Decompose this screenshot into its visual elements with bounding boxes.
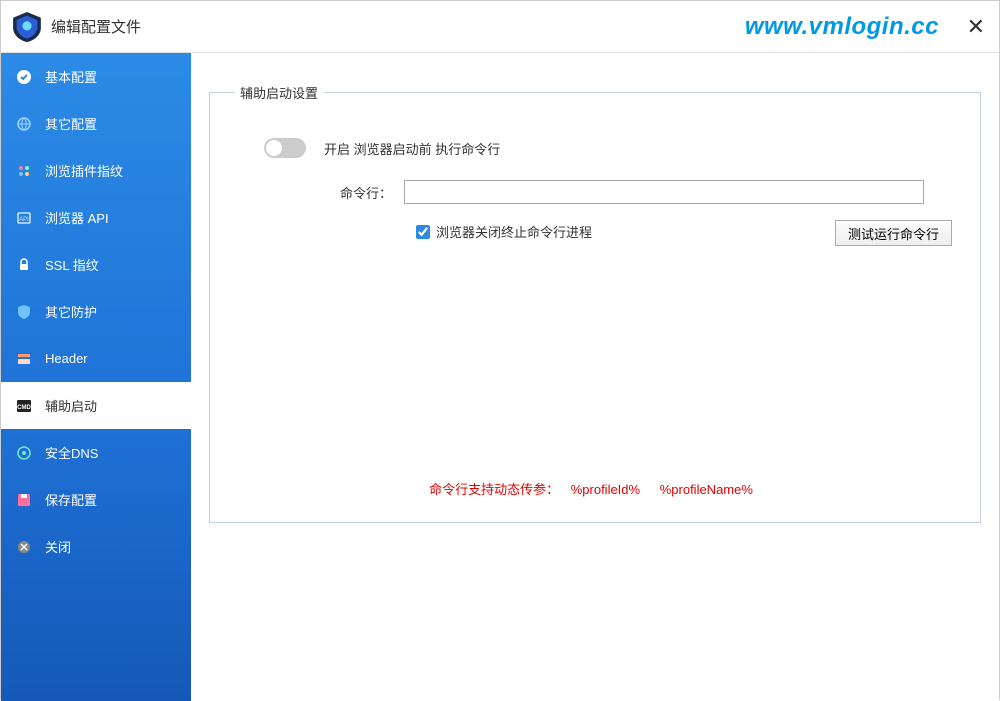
sidebar-item-assist-launch[interactable]: CMD 辅助启动	[1, 382, 191, 429]
sidebar-item-browser-api[interactable]: API 浏览器 API	[1, 194, 191, 241]
sidebar-item-label: 安全DNS	[45, 443, 98, 462]
sidebar-item-label: 浏览器 API	[45, 208, 109, 227]
globe-icon	[15, 115, 33, 133]
sidebar-item-label: 其它防护	[45, 302, 97, 321]
sidebar-item-header[interactable]: Header	[1, 335, 191, 382]
lock-icon	[15, 256, 33, 274]
sidebar-item-plugin-fingerprint[interactable]: 浏览插件指纹	[1, 147, 191, 194]
sidebar-item-label: 基本配置	[45, 67, 97, 86]
sidebar: 基本配置 其它配置 浏览插件指纹 API 浏览器 API SSL 指纹 其它防护…	[1, 53, 191, 701]
sidebar-item-label: SSL 指纹	[45, 255, 99, 274]
cmd-input[interactable]	[404, 180, 924, 204]
close-icon[interactable]: ✕	[967, 14, 985, 40]
sidebar-item-ssl[interactable]: SSL 指纹	[1, 241, 191, 288]
terminate-checkbox[interactable]	[416, 225, 430, 239]
sidebar-item-other-protect[interactable]: 其它防护	[1, 288, 191, 335]
sidebar-item-label: 关闭	[45, 537, 71, 556]
sidebar-item-close[interactable]: 关闭	[1, 523, 191, 570]
assist-launch-group: 辅助启动设置 开启 浏览器启动前 执行命令行 命令行： 浏览器关闭终止命令行进程…	[209, 83, 981, 523]
group-legend: 辅助启动设置	[234, 83, 324, 102]
hint-param-2: %profileName%	[660, 482, 753, 497]
shield-icon	[15, 303, 33, 321]
dns-icon	[15, 444, 33, 462]
sidebar-item-label: Header	[45, 351, 88, 366]
check-circle-icon	[15, 68, 33, 86]
svg-text:API: API	[19, 217, 29, 223]
header-icon	[15, 350, 33, 368]
sidebar-item-save[interactable]: 保存配置	[1, 476, 191, 523]
save-icon	[15, 491, 33, 509]
close-circle-icon	[15, 538, 33, 556]
terminate-label: 浏览器关闭终止命令行进程	[436, 222, 592, 241]
sidebar-item-label: 其它配置	[45, 114, 97, 133]
sidebar-item-basic[interactable]: 基本配置	[1, 53, 191, 100]
test-run-button[interactable]: 测试运行命令行	[835, 220, 952, 246]
api-icon: API	[15, 209, 33, 227]
sidebar-item-secure-dns[interactable]: 安全DNS	[1, 429, 191, 476]
sidebar-item-other-config[interactable]: 其它配置	[1, 100, 191, 147]
titlebar: 编辑配置文件 www.vmlogin.cc ✕	[1, 1, 999, 53]
sidebar-item-label: 辅助启动	[45, 396, 97, 415]
hint-text: 命令行支持动态传参： %profileId% %profileName%	[210, 479, 980, 498]
window-title: 编辑配置文件	[51, 16, 141, 37]
hint-param-1: %profileId%	[571, 482, 640, 497]
enable-toggle-label: 开启 浏览器启动前 执行命令行	[324, 139, 500, 158]
app-logo-icon	[13, 12, 41, 42]
cmd-icon: CMD	[15, 397, 33, 415]
plugin-icon	[15, 162, 33, 180]
enable-toggle[interactable]	[264, 138, 306, 158]
cmd-label: 命令行：	[314, 183, 404, 202]
watermark-text: www.vmlogin.cc	[745, 13, 939, 41]
main-panel: 辅助启动设置 开启 浏览器启动前 执行命令行 命令行： 浏览器关闭终止命令行进程…	[191, 53, 999, 701]
sidebar-item-label: 保存配置	[45, 490, 97, 509]
hint-prefix: 命令行支持动态传参：	[429, 482, 559, 497]
sidebar-item-label: 浏览插件指纹	[45, 161, 123, 180]
svg-text:CMD: CMD	[17, 405, 31, 411]
